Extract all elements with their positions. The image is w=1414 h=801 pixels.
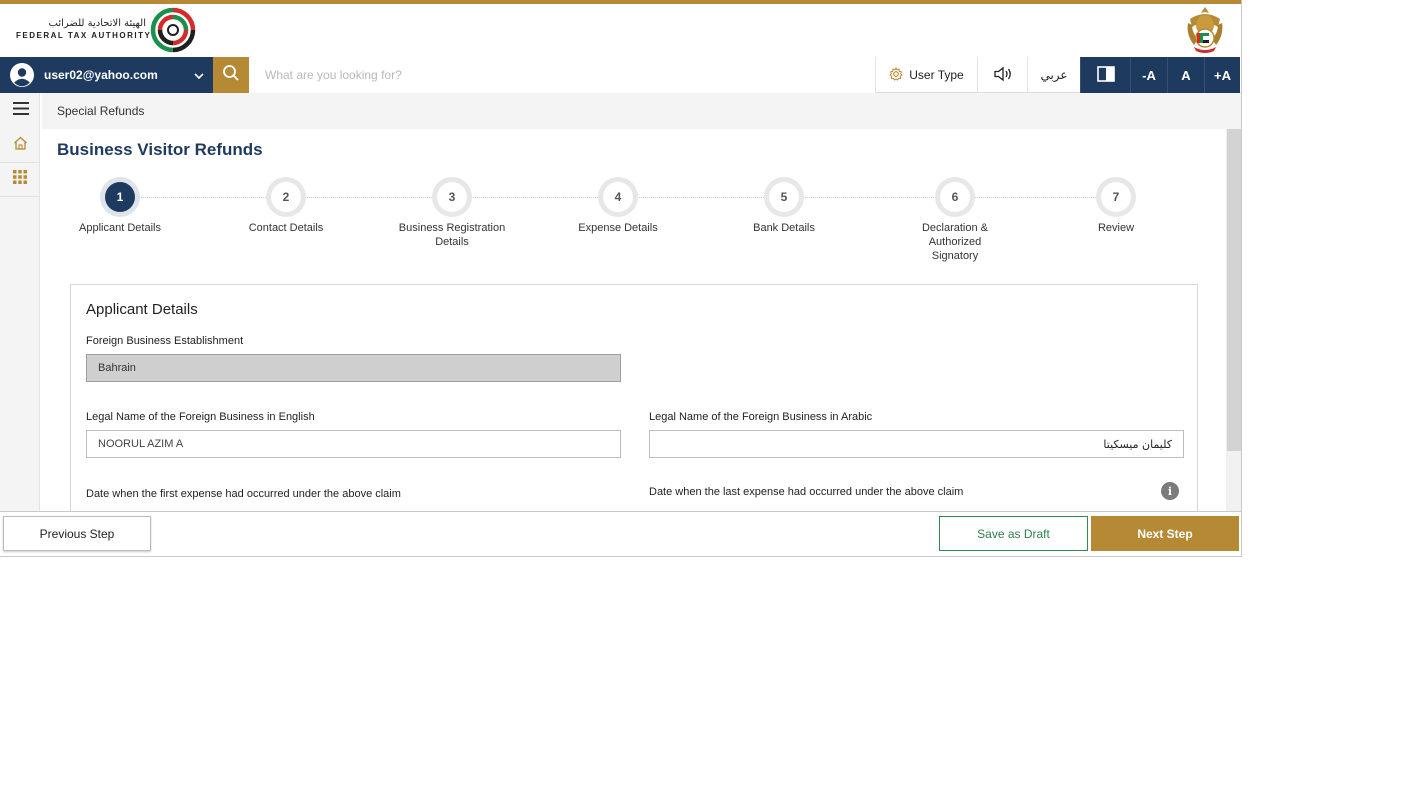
action-footer: Previous Step Save as Draft Next Step (0, 511, 1241, 556)
chevron-down-icon (193, 69, 205, 81)
step-expense-details[interactable]: 4 Expense Details (548, 177, 688, 235)
step-circle: 2 (266, 177, 306, 217)
legal-name-arabic-label: Legal Name of the Foreign Business in Ar… (649, 411, 873, 423)
step-applicant-details[interactable]: 1 Applicant Details (50, 177, 190, 235)
step-circle: 3 (432, 177, 472, 217)
user-email: user02@yahoo.com (44, 68, 158, 82)
search-button[interactable] (213, 57, 249, 93)
foreign-business-label: Foreign Business Establishment (86, 335, 244, 347)
fta-logo-text[interactable]: الهيئة الاتحادية للضرائب FEDERAL TAX AUT… (16, 17, 151, 42)
text-to-speech-button[interactable] (977, 57, 1027, 93)
previous-step-button[interactable]: Previous Step (3, 516, 151, 551)
contrast-toggle-button[interactable] (1080, 57, 1130, 93)
user-type-button[interactable]: User Type (875, 57, 977, 93)
contrast-icon (1096, 65, 1115, 85)
applicant-details-card: Applicant Details Foreign Business Estab… (70, 284, 1198, 511)
step-circle: 1 (100, 177, 140, 217)
step-circle: 4 (598, 177, 638, 217)
font-decrease-button[interactable]: -A (1130, 57, 1167, 93)
main-content: Business Visitor Refunds 1 Applicant Det… (42, 129, 1226, 511)
step-number: 2 (271, 182, 301, 212)
home-icon (13, 136, 28, 155)
next-step-button[interactable]: Next Step (1091, 516, 1239, 551)
speaker-icon (993, 66, 1013, 85)
step-number: 7 (1101, 182, 1131, 212)
uae-emblem-icon (1184, 5, 1226, 55)
apps-grid-icon (13, 170, 27, 189)
app-window: الهيئة الاتحادية للضرائب FEDERAL TAX AUT… (0, 0, 1242, 557)
step-label: Applicant Details (79, 222, 161, 234)
top-navbar: user02@yahoo.com User Type عربي (0, 57, 1241, 93)
step-number: 6 (940, 182, 970, 212)
step-number: 3 (437, 182, 467, 212)
user-type-label: User Type (909, 68, 964, 82)
search-icon (222, 64, 240, 87)
step-circle: 5 (764, 177, 804, 217)
user-account-menu[interactable]: user02@yahoo.com (0, 57, 213, 93)
hamburger-menu-button[interactable] (0, 93, 42, 128)
logo-english-text: FEDERAL TAX AUTHORITY (16, 31, 152, 40)
last-expense-date-label: Date when the last expense had occurred … (649, 486, 964, 498)
step-number: 5 (769, 182, 799, 212)
step-label: Contact Details (248, 222, 324, 234)
save-as-draft-button[interactable]: Save as Draft (939, 516, 1088, 551)
apps-button[interactable] (0, 163, 40, 197)
step-bank-details[interactable]: 5 Bank Details (714, 177, 854, 235)
gear-icon (889, 66, 909, 84)
home-button[interactable] (0, 129, 40, 163)
step-label: Bank Details (753, 222, 815, 234)
section-title: Applicant Details (86, 301, 198, 318)
step-contact-details[interactable]: 2 Contact Details (216, 177, 356, 235)
step-label: Expense Details (578, 222, 658, 234)
logo-arabic-text: الهيئة الاتحادية للضرائب (48, 18, 146, 29)
font-normal-button[interactable]: A (1167, 57, 1204, 93)
user-avatar-icon (10, 63, 34, 87)
step-number: 1 (105, 182, 135, 212)
hamburger-icon (13, 101, 29, 120)
step-label: Review (1097, 222, 1135, 234)
legal-name-english-label: Legal Name of the Foreign Business in En… (86, 411, 315, 423)
breadcrumb: Special Refunds (42, 93, 1241, 129)
search-input[interactable] (249, 57, 875, 93)
step-declaration[interactable]: 6 Declaration & Authorized Signatory (885, 177, 1025, 263)
step-review[interactable]: 7 Review (1046, 177, 1186, 235)
legal-name-arabic-field[interactable]: كليمان ميسكيتا (649, 430, 1184, 458)
progress-stepper: 1 Applicant Details 2 Contact Details 3 … (42, 177, 1226, 277)
step-label: Declaration & Authorized Signatory (921, 222, 989, 262)
legal-name-english-field[interactable]: NOORUL AZIM A (86, 430, 621, 458)
scrollbar-thumb[interactable] (1227, 129, 1241, 451)
step-circle: 7 (1096, 177, 1136, 217)
fta-logo-icon[interactable] (150, 7, 196, 53)
page-title: Business Visitor Refunds (57, 140, 263, 159)
font-increase-button[interactable]: +A (1204, 57, 1240, 93)
content-scrollbar[interactable] (1226, 129, 1241, 511)
side-rail (0, 93, 40, 511)
step-business-registration[interactable]: 3 Business Registration Details (382, 177, 522, 249)
step-label: Business Registration Details (398, 222, 506, 248)
first-expense-date-label: Date when the first expense had occurred… (86, 488, 401, 500)
info-icon[interactable]: i (1161, 482, 1179, 500)
step-circle: 6 (935, 177, 975, 217)
foreign-business-field[interactable]: Bahrain (86, 354, 621, 382)
site-header: الهيئة الاتحادية للضرائب FEDERAL TAX AUT… (0, 4, 1241, 57)
language-toggle[interactable]: عربي (1027, 57, 1080, 93)
breadcrumb-current[interactable]: Special Refunds (57, 104, 144, 118)
step-number: 4 (603, 182, 633, 212)
